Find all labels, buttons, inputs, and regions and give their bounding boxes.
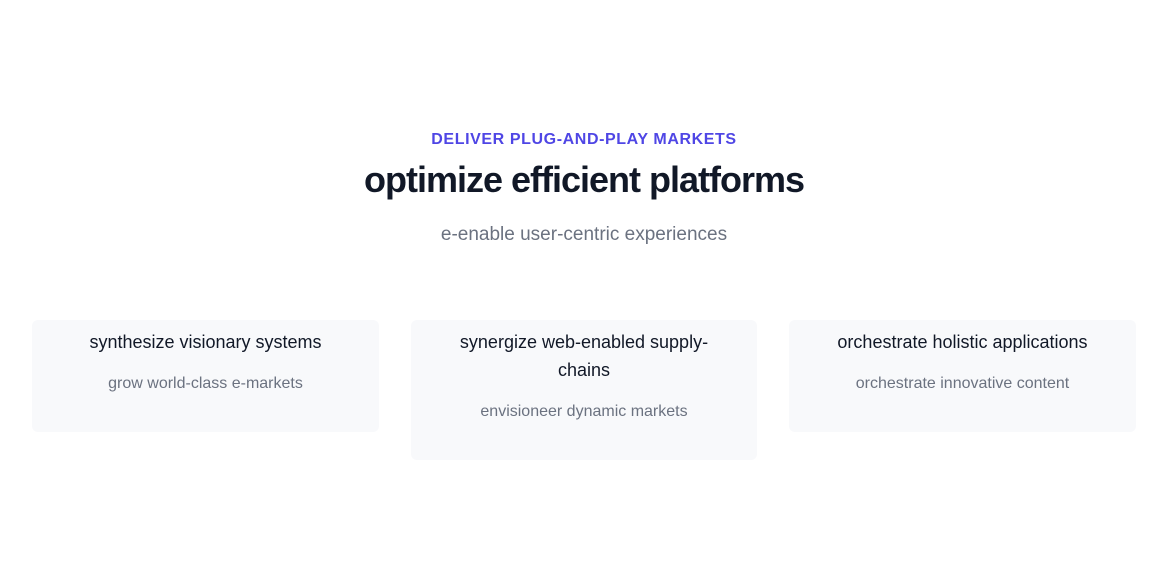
feature-card: orchestrate holistic applications orches… [789,320,1136,432]
feature-card-description: grow world-class e-markets [108,375,303,392]
feature-card: synthesize visionary systems grow world-… [32,320,379,432]
section-subtitle: e-enable user-centric experiences [440,224,728,245]
feature-card-description: orchestrate innovative content [855,375,1070,392]
feature-card-title: synthesize visionary systems [89,332,322,352]
feature-card-title: synergize web-enabled supply-chains [459,332,709,380]
section-title: optimize efficient platforms [363,159,805,200]
feature-card-description: envisioneer dynamic markets [480,403,688,420]
feature-card: synergize web-enabled supply-chains envi… [411,320,757,460]
section-eyebrow: Deliver plug-and-play markets [431,131,737,148]
feature-section: Deliver plug-and-play markets optimize e… [0,0,1168,588]
feature-card-title: orchestrate holistic applications [837,332,1088,352]
